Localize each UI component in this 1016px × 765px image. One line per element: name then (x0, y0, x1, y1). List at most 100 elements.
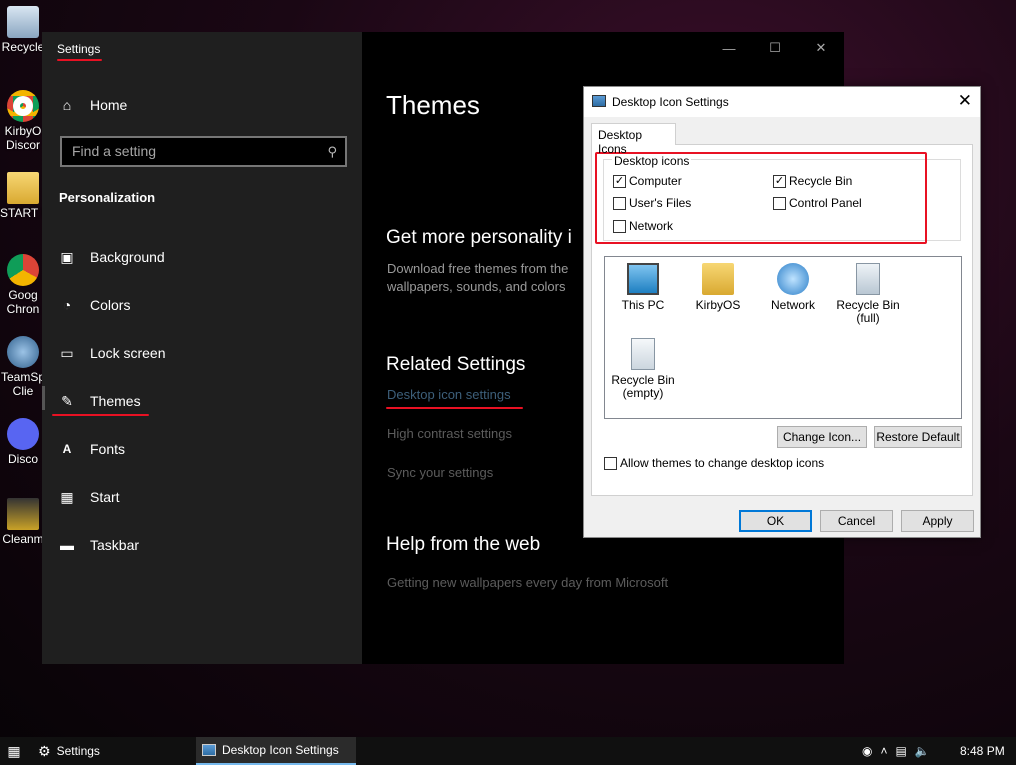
nav-selected-indicator (42, 386, 45, 410)
nav-colors[interactable]: ◔ Colors (58, 293, 131, 317)
recycle-bin-empty-icon (631, 338, 655, 370)
folder-icon (7, 172, 39, 204)
desktop-icon-settings-dialog: Desktop Icon Settings ✕ Desktop Icons De… (583, 86, 981, 538)
chrome-icon (7, 90, 39, 122)
nav-background-label: Background (90, 249, 165, 265)
get-more-heading: Get more personality i (386, 227, 572, 248)
taskbar-desktop-icon-settings[interactable]: Desktop Icon Settings (196, 737, 356, 765)
taskbar-active-label: Desktop Icon Settings (222, 743, 339, 757)
gear-icon: ⚙ (38, 742, 51, 759)
cancel-button[interactable]: Cancel (820, 510, 893, 532)
dialog-close-icon[interactable]: ✕ (958, 91, 972, 111)
nav-background[interactable]: ▣ Background (58, 245, 165, 269)
minimize-button[interactable]: — (706, 32, 752, 64)
nav-taskbar-label: Taskbar (90, 537, 140, 553)
this-pc-icon (627, 263, 659, 295)
annotation-highlight-box (595, 152, 927, 244)
network-tray-icon[interactable]: ▤ (896, 744, 907, 758)
annotation-underline-themes (52, 414, 149, 416)
nav-themes[interactable]: ✎ Themes (58, 389, 141, 413)
shortcut-icon (7, 498, 39, 530)
maximize-button[interactable]: ☐ (752, 32, 798, 64)
page-title: Themes (386, 90, 480, 120)
volume-icon[interactable]: 🔈 (915, 744, 930, 758)
link-sync-settings[interactable]: Sync your settings (387, 465, 493, 480)
image-icon: ▣ (60, 248, 74, 265)
network-icon (777, 263, 809, 295)
user-folder-icon (702, 263, 734, 295)
chevron-up-icon[interactable]: ˄ (880, 744, 887, 758)
dialog-title: Desktop Icon Settings (612, 95, 729, 109)
list-item-network[interactable]: Network (755, 263, 831, 312)
ok-button[interactable]: OK (739, 510, 812, 532)
nav-taskbar[interactable]: ▬ Taskbar (58, 533, 139, 557)
palette-icon: ◔ (62, 297, 72, 313)
brush-icon: ✎ (61, 392, 73, 409)
meet-now-icon[interactable]: ◉ (862, 744, 872, 758)
annotation-underline-desktop-icon-settings (386, 407, 523, 409)
search-icon: ⚲ (327, 144, 337, 159)
discord-icon (7, 418, 39, 450)
tab-desktop-icons[interactable]: Desktop Icons (591, 123, 676, 156)
taskbar-icon: ▬ (60, 537, 74, 553)
teamspeak-icon (7, 336, 39, 368)
help-heading: Help from the web (386, 534, 541, 555)
restore-default-button[interactable]: Restore Default (874, 426, 962, 448)
taskbar-settings[interactable]: ⚙ Settings (38, 737, 188, 765)
nav-lock-screen[interactable]: ▭ Lock screen (58, 341, 165, 365)
taskbar: ▦ ⚙ Settings Desktop Icon Settings ◉ ˄ ▤… (0, 737, 1016, 765)
change-icon-button[interactable]: Change Icon... (777, 426, 867, 448)
list-item-recycle-bin-full[interactable]: Recycle Bin (full) (830, 263, 906, 325)
window-controls: — ☐ ✕ (706, 32, 844, 64)
desktop-icon-google-chrome[interactable]: Goog Chron (0, 254, 46, 316)
start-button[interactable]: ▦ (0, 737, 28, 765)
chrome-icon (7, 254, 39, 286)
nav-home-label: Home (90, 97, 128, 113)
nav-colors-label: Colors (90, 297, 131, 313)
settings-title: Settings (57, 42, 101, 56)
font-icon: A (62, 442, 72, 456)
clock[interactable]: 8:48 PM (960, 737, 1005, 765)
windows-logo-icon: ▦ (7, 742, 21, 759)
list-item-kirbyos[interactable]: KirbyOS (680, 263, 756, 312)
desktop-icon-cleanmgr[interactable]: Cleanm (0, 498, 46, 546)
desktop-icon-list[interactable]: This PC KirbyOS Network Recycle Bin (ful… (604, 256, 962, 419)
desktop-icon-teamspeak[interactable]: TeamSp Clie (0, 336, 46, 398)
recycle-bin-icon (7, 6, 39, 38)
link-desktop-icon-settings[interactable]: Desktop icon settings (387, 387, 511, 402)
desktop-settings-taskbar-icon (202, 744, 216, 756)
close-button[interactable]: ✕ (798, 32, 844, 64)
system-tray: ◉ ˄ ▤ 🔈 (862, 737, 952, 765)
section-personalization: Personalization (59, 190, 156, 205)
list-item-this-pc[interactable]: This PC (605, 263, 681, 312)
desktop-icon-start-h[interactable]: START H (0, 172, 46, 220)
link-high-contrast-settings[interactable]: High contrast settings (387, 426, 512, 441)
nav-start-label: Start (90, 489, 120, 505)
nav-fonts-label: Fonts (90, 441, 126, 457)
nav-start[interactable]: ▦ Start (58, 485, 120, 509)
desktop-icon-recycle-bin[interactable]: Recycle (0, 6, 46, 54)
apply-button[interactable]: Apply (901, 510, 974, 532)
settings-sidebar: Settings ⌂ Home Find a setting ⚲ Persona… (42, 32, 362, 664)
settings-search-input[interactable]: Find a setting ⚲ (60, 136, 347, 167)
list-item-recycle-bin-empty[interactable]: Recycle Bin (empty) (605, 338, 681, 400)
checkbox-allow-themes[interactable]: Allow themes to change desktop icons (604, 456, 824, 470)
desktop-icon-discord[interactable]: Disco (0, 418, 46, 466)
search-placeholder: Find a setting (72, 143, 157, 159)
nav-fonts[interactable]: A Fonts (58, 437, 125, 461)
desktop-icon-kirbyos-discord[interactable]: KirbyO Discor (0, 90, 46, 152)
link-help-wallpapers[interactable]: Getting new wallpapers every day from Mi… (387, 575, 668, 590)
checkbox-allow-themes-label: Allow themes to change desktop icons (620, 456, 825, 470)
recycle-bin-full-icon (856, 263, 880, 295)
desktop-settings-app-icon (592, 95, 606, 107)
home-icon: ⌂ (62, 97, 72, 113)
annotation-underline-settings (57, 59, 102, 61)
dialog-titlebar[interactable]: Desktop Icon Settings ✕ (584, 87, 980, 117)
taskbar-settings-label: Settings (56, 744, 100, 758)
related-settings-heading: Related Settings (386, 354, 526, 375)
nav-home[interactable]: ⌂ Home (58, 93, 128, 117)
lock-screen-icon: ▭ (60, 344, 74, 361)
nav-lock-screen-label: Lock screen (90, 345, 166, 361)
nav-themes-label: Themes (90, 393, 141, 409)
start-grid-icon: ▦ (60, 488, 74, 505)
